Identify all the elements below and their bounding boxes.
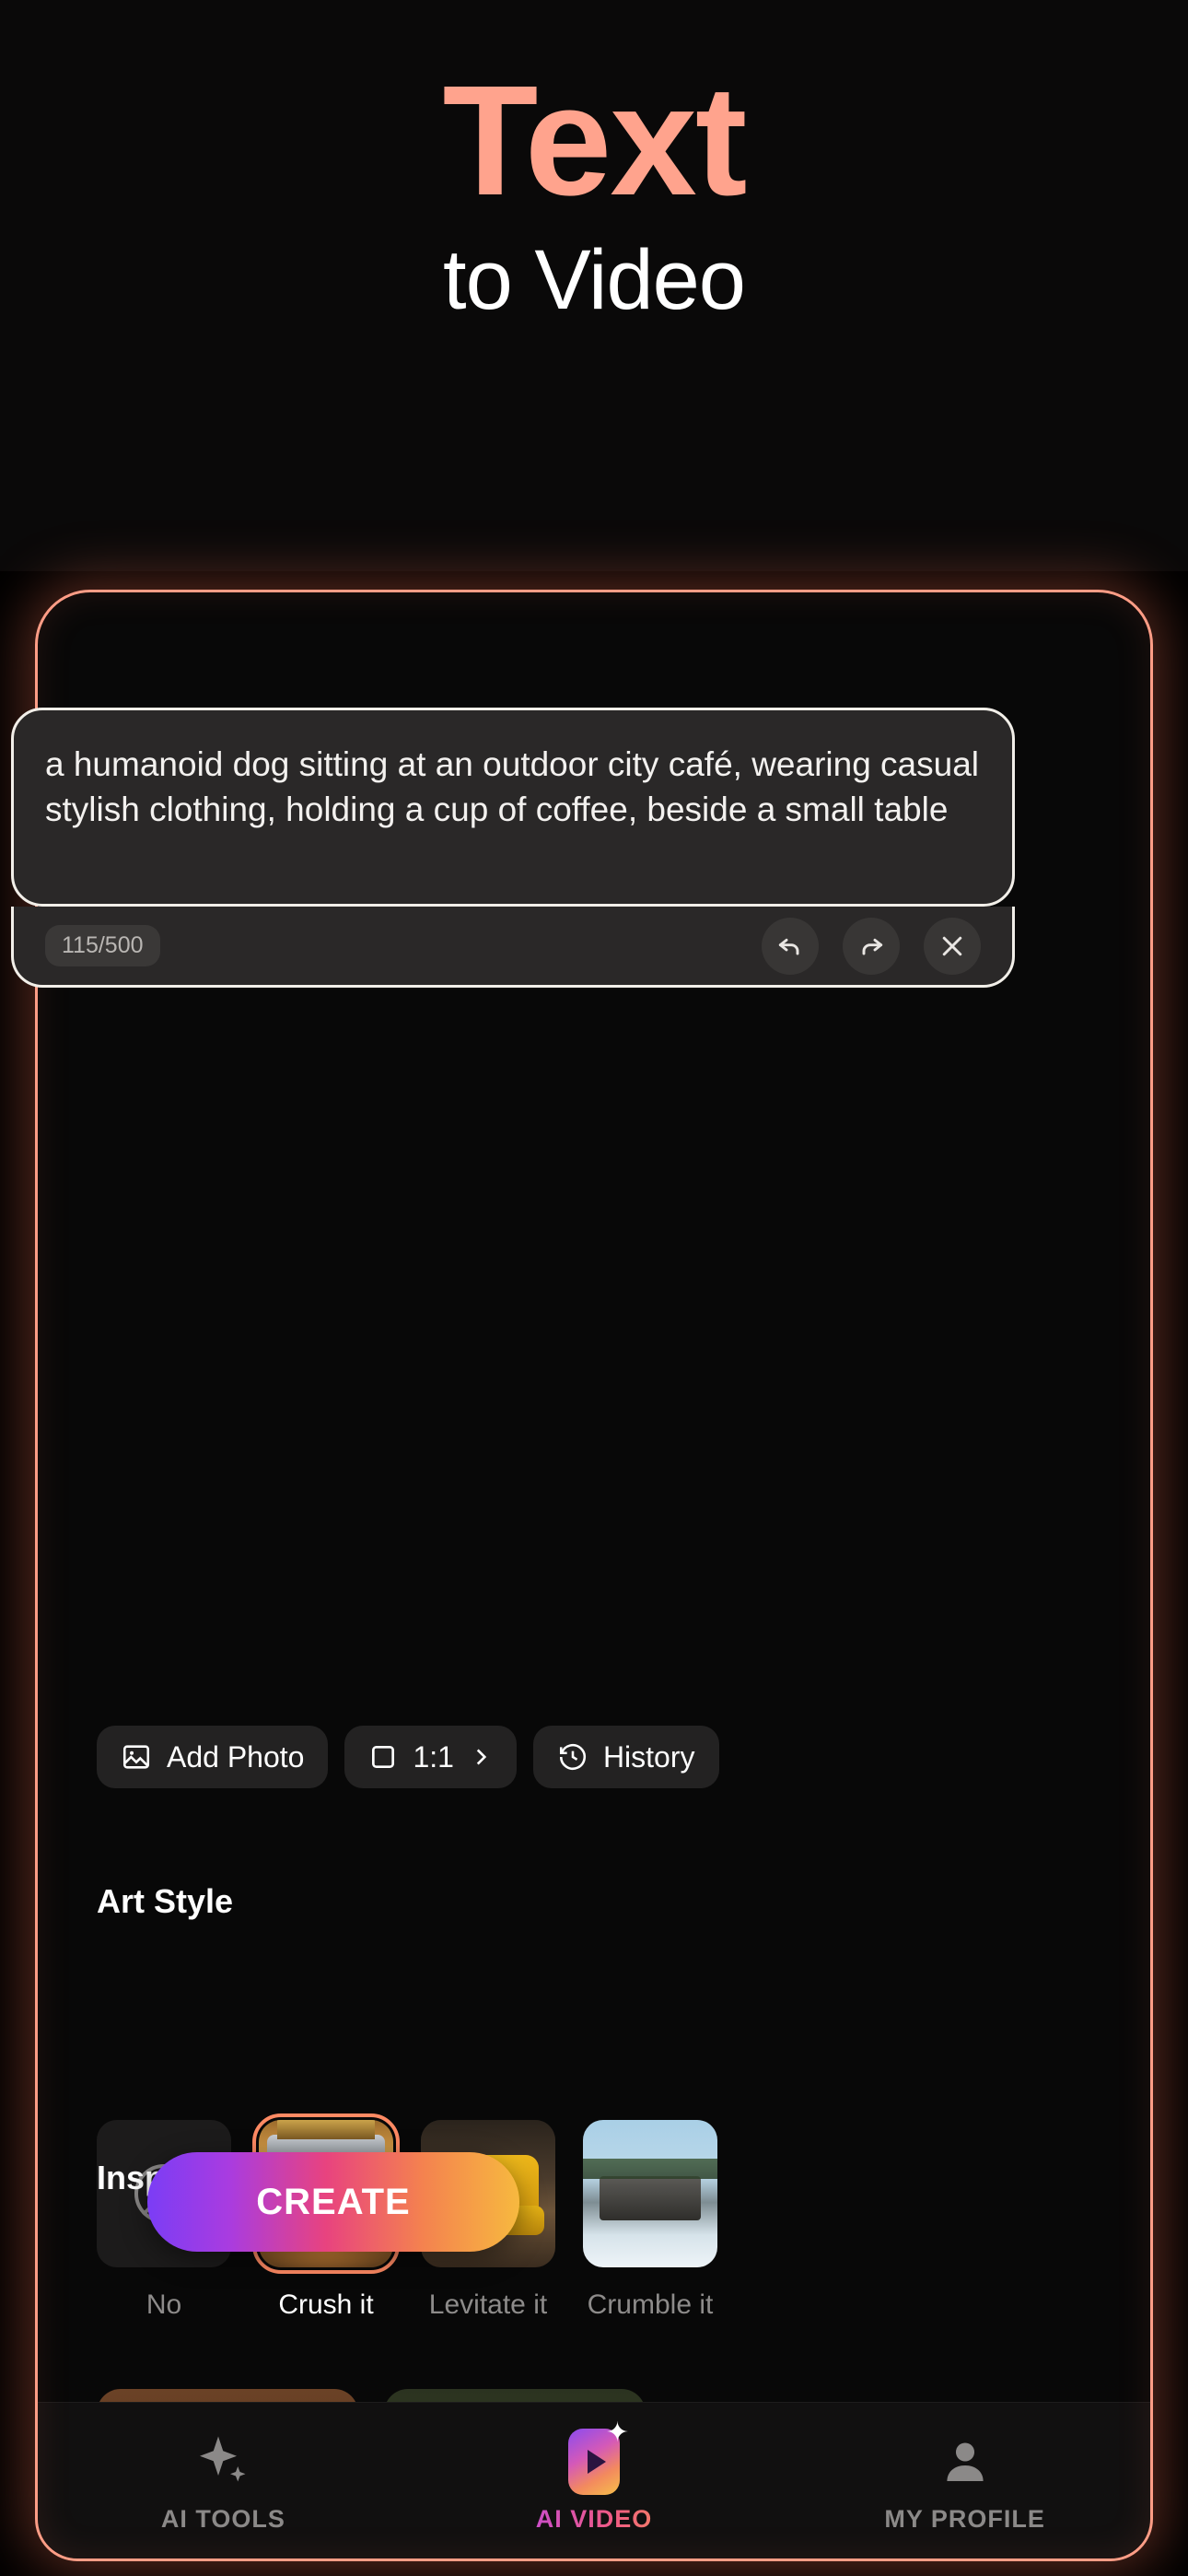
- nav-item-ai-tools[interactable]: AI TOOLS: [38, 2428, 409, 2534]
- nav-label: MY PROFILE: [884, 2505, 1045, 2533]
- art-style-label: No: [146, 2289, 182, 2320]
- prompt-input-card[interactable]: a humanoid dog sitting at an outdoor cit…: [11, 708, 1015, 907]
- page-title-line2: to Video: [443, 233, 746, 327]
- square-icon: [368, 1742, 398, 1772]
- nav-item-ai-video[interactable]: ✦ AI VIDEO: [409, 2419, 780, 2534]
- clear-button[interactable]: [924, 917, 981, 975]
- char-counter: 115/500: [45, 925, 160, 966]
- nav-label: AI VIDEO: [409, 2505, 780, 2534]
- page-title-line1: Text: [442, 53, 748, 228]
- art-style-label: Crush it: [278, 2289, 374, 2320]
- art-style-option-crumble-it[interactable]: Crumble it: [583, 2120, 717, 2321]
- close-icon: [938, 932, 966, 960]
- ruin-thumbnail-art: [583, 2120, 717, 2267]
- create-button-label: CREATE: [256, 2181, 411, 2222]
- nav-item-my-profile[interactable]: MY PROFILE: [779, 2428, 1150, 2534]
- redo-icon: [856, 931, 886, 961]
- aspect-ratio-button[interactable]: 1:1: [344, 1726, 517, 1788]
- prompt-text[interactable]: a humanoid dog sitting at an outdoor cit…: [45, 742, 981, 832]
- prompt-footer: 115/500: [11, 907, 1015, 988]
- prompt-action-buttons: [762, 917, 981, 975]
- art-style-thumb: [583, 2120, 717, 2267]
- add-photo-button[interactable]: Add Photo: [97, 1726, 329, 1788]
- chevron-right-icon: [469, 1745, 493, 1769]
- redo-button[interactable]: [843, 917, 900, 975]
- video-play-icon: ✦: [409, 2419, 780, 2496]
- history-label: History: [602, 1739, 695, 1774]
- header: Text to Video: [0, 0, 1188, 571]
- bottom-navigation: AI TOOLS ✦ AI VIDEO MY PROFILE: [38, 2402, 1150, 2558]
- create-button[interactable]: CREATE: [147, 2152, 519, 2252]
- nav-label: AI TOOLS: [160, 2505, 285, 2533]
- undo-button[interactable]: [762, 917, 819, 975]
- undo-icon: [775, 931, 805, 961]
- art-style-label: Levitate it: [428, 2289, 548, 2320]
- image-icon: [121, 1741, 152, 1773]
- history-icon: [557, 1741, 588, 1773]
- sparkle-accent-icon: ✦: [605, 2418, 629, 2448]
- sparkle-icon: [38, 2428, 409, 2496]
- art-style-label: Crumble it: [587, 2289, 714, 2320]
- editor-toolbar: Add Photo 1:1 History: [97, 1726, 1128, 1788]
- aspect-ratio-label: 1:1: [413, 1739, 454, 1774]
- art-style-title: Art Style: [97, 1882, 234, 1920]
- person-icon: [779, 2428, 1150, 2496]
- add-photo-label: Add Photo: [167, 1739, 305, 1774]
- history-button[interactable]: History: [532, 1726, 719, 1788]
